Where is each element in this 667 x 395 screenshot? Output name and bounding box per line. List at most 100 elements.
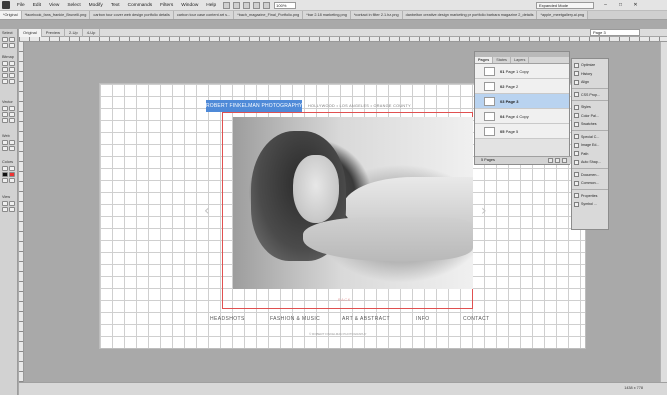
four-up-view-button[interactable]: 4-Up [83, 28, 101, 37]
page-row[interactable]: 02 Page 2 [475, 79, 569, 94]
two-up-view-button[interactable]: 2-Up [65, 28, 83, 37]
dock-auto-shapes[interactable]: Auto Shap... [572, 158, 608, 167]
page-row[interactable]: 05 Page 5 [475, 124, 569, 139]
tab-layers[interactable]: Layers [511, 57, 530, 63]
brush-tool-icon[interactable] [9, 67, 15, 72]
hand-icon[interactable] [253, 1, 261, 9]
eraser-tool-icon[interactable] [9, 73, 15, 78]
knife-tool-icon[interactable] [9, 118, 15, 123]
nav-info[interactable]: INFO [416, 316, 430, 322]
close-icon[interactable]: ✕ [628, 1, 643, 9]
doc-tab[interactable]: *contact in filter 2.1.hz.png [350, 11, 403, 19]
doc-tab[interactable]: *apple_meetgallery.ai.png [537, 11, 589, 19]
menu-file[interactable]: File [13, 3, 29, 8]
menu-view[interactable]: View [45, 3, 63, 8]
dock-optimize[interactable]: Optimize [572, 61, 608, 70]
page-selector[interactable]: Page 3 [590, 29, 640, 36]
dock-image-editing[interactable]: Image Ed... [572, 141, 608, 150]
stroke-color-swatch[interactable] [2, 172, 8, 177]
blur-tool-icon[interactable] [2, 79, 8, 84]
menu-modify[interactable]: Modify [85, 3, 107, 8]
menu-help[interactable]: Help [202, 3, 220, 8]
doc-tab[interactable]: carbon tour case content art s... [173, 11, 235, 19]
pen-tool-icon[interactable] [9, 106, 15, 111]
page-row[interactable]: 01 Page 1 Copy [475, 64, 569, 79]
hand-tool-icon[interactable] [2, 207, 8, 212]
menu-select[interactable]: Select [63, 3, 84, 8]
hide-slices-icon[interactable] [2, 146, 8, 151]
dock-css-properties[interactable]: CSS Prop... [572, 91, 608, 100]
magic-wand-icon[interactable] [2, 67, 8, 72]
tab-pages[interactable]: Pages [475, 57, 494, 63]
doc-tab[interactable]: *facebook_fans_frankie_Brunelli.png [21, 11, 91, 19]
nav-art-abstract[interactable]: ART & ABSTRACT [342, 316, 390, 322]
swap-colors-icon[interactable] [2, 178, 8, 183]
dock-align[interactable]: Align [572, 78, 608, 87]
doc-tab[interactable]: *bach_magazine_Final_Portfolio.png [234, 11, 304, 19]
eyedropper-icon[interactable] [2, 166, 8, 171]
tab-states[interactable]: States [493, 57, 511, 63]
nav-headshots[interactable]: HEADSHOTS [210, 316, 245, 322]
zoom-select[interactable]: 100% [274, 1, 297, 9]
new-page-icon[interactable] [548, 158, 553, 163]
lasso-tool-icon[interactable] [9, 61, 15, 66]
menu-edit[interactable]: Edit [29, 3, 45, 8]
dock-properties[interactable]: Properties [572, 192, 608, 201]
pencil-tool-icon[interactable] [2, 73, 8, 78]
dock-common-library[interactable]: Common... [572, 179, 608, 188]
doc-tab[interactable]: carbon tour cover web design portfolio d… [90, 11, 174, 19]
menu-commands[interactable]: Commands [124, 3, 157, 8]
nav-contact[interactable]: CONTACT [463, 316, 490, 322]
menu-window[interactable]: Window [177, 3, 202, 8]
rectangle-tool-icon[interactable] [2, 112, 8, 117]
dock-color-palette[interactable]: Color Pal... [572, 112, 608, 121]
marquee-tool-icon[interactable] [2, 61, 8, 66]
workspace-mode-select[interactable]: Expanded Mode [536, 2, 594, 9]
menu-text[interactable]: Text [107, 3, 124, 8]
grid-icon[interactable] [233, 1, 241, 9]
zoom-tool-icon[interactable] [263, 1, 271, 9]
page-row-selected[interactable]: 03 Page 3 [475, 94, 569, 109]
subselect-tool-icon[interactable] [9, 37, 15, 42]
standard-screen-icon[interactable] [2, 201, 8, 206]
original-view-button[interactable]: Original [19, 28, 42, 37]
paint-bucket-icon[interactable] [9, 166, 15, 171]
dock-swatches[interactable]: Swatches [572, 120, 608, 129]
layout-icon[interactable] [243, 1, 251, 9]
freeform-tool-icon[interactable] [2, 118, 8, 123]
portrait-photo[interactable] [233, 117, 473, 289]
menu-filters[interactable]: Filters [156, 3, 177, 8]
scale-tool-icon[interactable] [2, 43, 8, 48]
nav-fashion-music[interactable]: FASHION & MUSIC [270, 316, 320, 322]
arrange-icon[interactable] [223, 1, 231, 9]
slice-tool-icon[interactable] [9, 140, 15, 145]
full-screen-icon[interactable] [9, 201, 15, 206]
preview-view-button[interactable]: Preview [42, 28, 66, 37]
dock-history[interactable]: History [572, 70, 608, 79]
fill-color-swatch[interactable] [9, 172, 15, 177]
stamp-tool-icon[interactable] [9, 79, 15, 84]
text-tool-icon[interactable] [9, 112, 15, 117]
doc-tab[interactable]: danbelton creative design marketing pr p… [402, 11, 538, 19]
dock-symbol-properties[interactable]: Symbol ... [572, 200, 608, 209]
dock-document-library[interactable]: Documen... [572, 171, 608, 180]
line-tool-icon[interactable] [2, 106, 8, 111]
trash-icon[interactable] [562, 158, 567, 163]
pointer-tool-icon[interactable] [2, 37, 8, 42]
minimize-icon[interactable]: – [598, 1, 613, 9]
zoom-icon[interactable] [9, 207, 15, 212]
dock-path[interactable]: Path [572, 150, 608, 159]
page-row[interactable]: 04 Page 4 Copy [475, 109, 569, 124]
dock-styles[interactable]: Styles [572, 103, 608, 112]
vertical-scrollbar[interactable] [660, 42, 667, 382]
default-colors-icon[interactable] [9, 178, 15, 183]
doc-tab[interactable]: *Original [0, 11, 22, 19]
crop-tool-icon[interactable] [9, 43, 15, 48]
next-arrow-icon[interactable]: › [481, 203, 487, 219]
site-logo[interactable]: ROBERT FINKELMAN PHOTOGRAPHY [206, 100, 302, 112]
prev-arrow-icon[interactable]: ‹ [204, 203, 210, 219]
show-slices-icon[interactable] [9, 146, 15, 151]
hotspot-tool-icon[interactable] [2, 140, 8, 145]
maximize-icon[interactable]: □ [613, 1, 628, 9]
dock-special-characters[interactable]: Special C... [572, 133, 608, 142]
